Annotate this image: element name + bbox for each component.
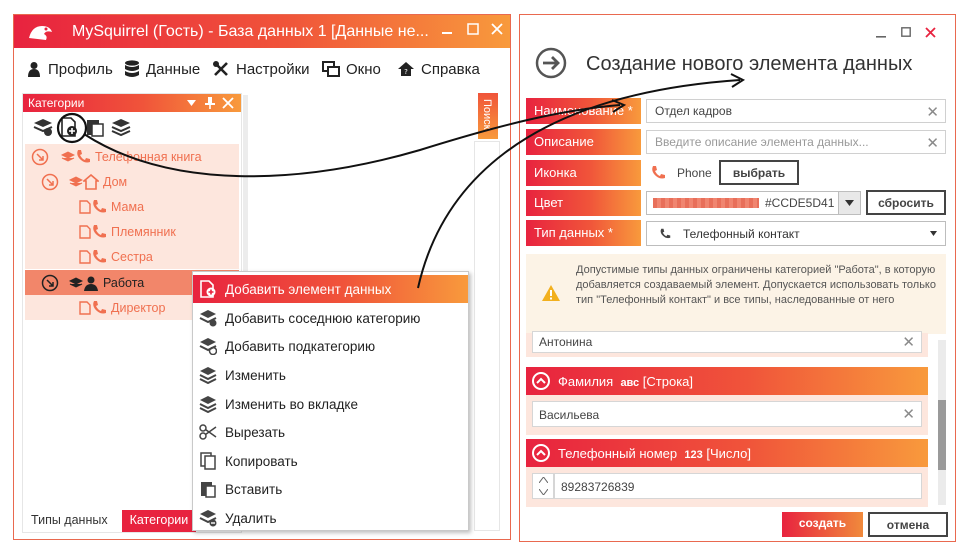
highlight-circle xyxy=(56,112,88,144)
annotation-arrow xyxy=(417,79,741,289)
annotation-overlay xyxy=(56,73,746,289)
annotation-arrow xyxy=(83,104,621,178)
